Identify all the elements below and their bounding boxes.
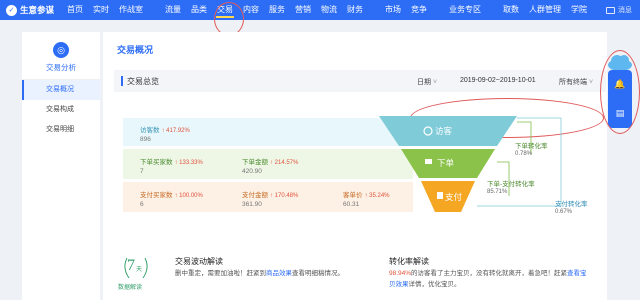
- page-title: 交易概况: [117, 45, 154, 55]
- seven-number: 7: [127, 257, 135, 274]
- sidebar-section-label: 交易分析: [46, 63, 76, 72]
- metric-label: 支付买家数: [140, 192, 173, 199]
- title-accent: [121, 76, 123, 86]
- nav-war-room[interactable]: 作战室: [114, 0, 148, 20]
- app-logo[interactable]: ✓ 生意参谋: [6, 4, 54, 16]
- nav-service[interactable]: 服务: [264, 0, 290, 20]
- nav-traffic[interactable]: 流量: [160, 0, 186, 20]
- main-panel: 交易概况 交易总览 日期 2019-09-02~2019-10-01 所有终端 …: [103, 32, 607, 300]
- nav-user[interactable]: 消息: [606, 5, 632, 15]
- sidebar-item-detail[interactable]: 交易明细: [22, 120, 100, 140]
- cloud-icon: [608, 55, 632, 71]
- nav-crowd-manage[interactable]: 人群管理: [524, 0, 566, 20]
- nav-finance[interactable]: 财务: [342, 0, 368, 20]
- metric-value: 7: [140, 168, 144, 175]
- rate-label: 下单转化率: [515, 143, 548, 150]
- conv-text-part: 的访客看了主力宝贝，没有转化就离开，着急吧！赶紧: [411, 270, 568, 277]
- nav-marketing[interactable]: 营销: [290, 0, 316, 20]
- metric-value: 6: [140, 201, 144, 208]
- funnel-label-order: 下单: [437, 158, 455, 168]
- rate-value: 0.78%: [515, 151, 533, 157]
- nav-market[interactable]: 市场: [380, 0, 406, 20]
- order-band: 下单买家数133.33% 7 下单金额214.57% 420.90: [123, 149, 413, 179]
- top-nav: ✓ 生意参谋 首页 实时 作战室 流量 品类 交易 内容 服务 营销 物流 财务…: [0, 0, 640, 20]
- app-name: 生意参谋: [20, 5, 55, 15]
- rate-order-conv: 下单转化率 0.78%: [515, 140, 548, 157]
- seven-unit: 天: [136, 267, 143, 273]
- wave-text-part: 查看明细稿情况。: [292, 270, 344, 277]
- nav-academy[interactable]: 学院: [566, 0, 592, 20]
- bell-button[interactable]: 🔔: [608, 70, 632, 99]
- nav-home[interactable]: 首页: [62, 0, 88, 20]
- wave-link[interactable]: 商品效果: [266, 270, 292, 277]
- metric-label: 下单买家数: [140, 159, 173, 166]
- nav-realtime[interactable]: 实时: [88, 0, 114, 20]
- overview-title: 交易总览: [127, 77, 159, 86]
- conv-text: 98.94%的访客看了主力宝贝，没有转化就离开，着急吧！赶紧查看宝贝效果详情，优…: [389, 268, 589, 290]
- metric-change: 100.00%: [175, 193, 203, 199]
- message-icon: [606, 6, 615, 14]
- metric-value: 896: [140, 136, 151, 143]
- nav-category[interactable]: 品类: [186, 0, 212, 20]
- metric-value: 420.90: [242, 168, 262, 175]
- conv-pct: 98.94%: [389, 270, 412, 277]
- nav-competition[interactable]: 竞争: [406, 0, 432, 20]
- date-range[interactable]: 2019-09-02~2019-10-01: [460, 77, 536, 84]
- terminal-dropdown[interactable]: 所有终端: [559, 77, 593, 87]
- metric-change: 417.92%: [162, 128, 190, 134]
- funnel-label-pay: 支付: [445, 192, 463, 202]
- sidebar-item-overview[interactable]: 交易概况: [22, 80, 100, 100]
- metric-label: 访客数: [140, 127, 160, 134]
- sidebar-item-composition[interactable]: 交易构成: [22, 100, 100, 120]
- metric-pay-amount: 支付金额170.48% 361.90: [242, 189, 298, 208]
- feedback-icon: ▤: [615, 108, 625, 118]
- seven-text: 数据解读: [118, 285, 143, 291]
- metric-order-amount: 下单金额214.57% 420.90: [242, 156, 298, 175]
- wave-text-part: 删中重定，需要加油啦！赶紧到: [175, 270, 266, 277]
- order-icon: [425, 159, 432, 164]
- floating-toolbar: 🔔 ▤: [608, 70, 632, 128]
- sidebar-section: ◎ 交易分析: [22, 32, 100, 80]
- nav-content[interactable]: 内容: [238, 0, 264, 20]
- pay-icon: [437, 192, 443, 199]
- date-dropdown[interactable]: 日期: [417, 77, 437, 87]
- sidebar: ◎ 交易分析 交易概况 交易构成 交易明细: [22, 32, 100, 300]
- seven-day-badge[interactable]: 7 天 数据解读: [118, 254, 151, 291]
- logo-icon: ✓: [6, 4, 17, 16]
- funnel-label-visitor: 访客: [435, 126, 453, 136]
- metric-label: 客单价: [343, 192, 363, 199]
- rate-value: 85.71%: [487, 189, 508, 195]
- metric-value: 361.90: [242, 201, 262, 208]
- nav-fetch-data[interactable]: 取数: [498, 0, 524, 20]
- rate-label: 下单-支付转化率: [487, 181, 535, 188]
- conv-text-part: 详情，优化宝贝。: [408, 281, 461, 288]
- rate-order-pay-conv: 下单-支付转化率 85.71%: [487, 178, 535, 195]
- user-label: 消息: [618, 7, 632, 14]
- metric-label: 下单金额: [242, 159, 268, 166]
- rate-value: 0.67%: [555, 209, 573, 215]
- metric-change: 133.33%: [175, 160, 203, 166]
- feedback-button[interactable]: ▤: [608, 99, 632, 128]
- metric-change: 170.48%: [270, 193, 298, 199]
- conv-title: 转化率解读: [389, 257, 429, 266]
- overview-header: 交易总览 日期 2019-09-02~2019-10-01 所有终端: [114, 70, 606, 138]
- trade-analysis-icon: ◎: [53, 42, 69, 58]
- bell-icon: 🔔: [614, 79, 626, 89]
- rate-label: 支付转化率: [555, 201, 588, 208]
- metric-order-buyers: 下单买家数133.33% 7: [140, 156, 203, 175]
- wave-title: 交易波动解读: [175, 257, 223, 266]
- wave-text: 删中重定，需要加油啦！赶紧到商品效果查看明细稿情况。: [175, 268, 344, 279]
- pay-band: 支付买家数100.00% 6 支付金额170.48% 361.90 客单价35.…: [123, 182, 413, 212]
- metric-visitors: 访客数417.92% 896: [140, 124, 190, 143]
- rate-pay-conv: 支付转化率 0.67%: [555, 198, 588, 215]
- metric-pay-buyers: 支付买家数100.00% 6: [140, 189, 203, 208]
- nav-logistics[interactable]: 物流: [316, 0, 342, 20]
- metric-label: 支付金额: [242, 192, 268, 199]
- metric-change: 214.57%: [270, 160, 298, 166]
- visitor-band: 访客数417.92% 896: [123, 118, 413, 146]
- nav-trade[interactable]: 交易: [212, 0, 238, 20]
- nav-business-zone[interactable]: 业务专区: [444, 0, 486, 20]
